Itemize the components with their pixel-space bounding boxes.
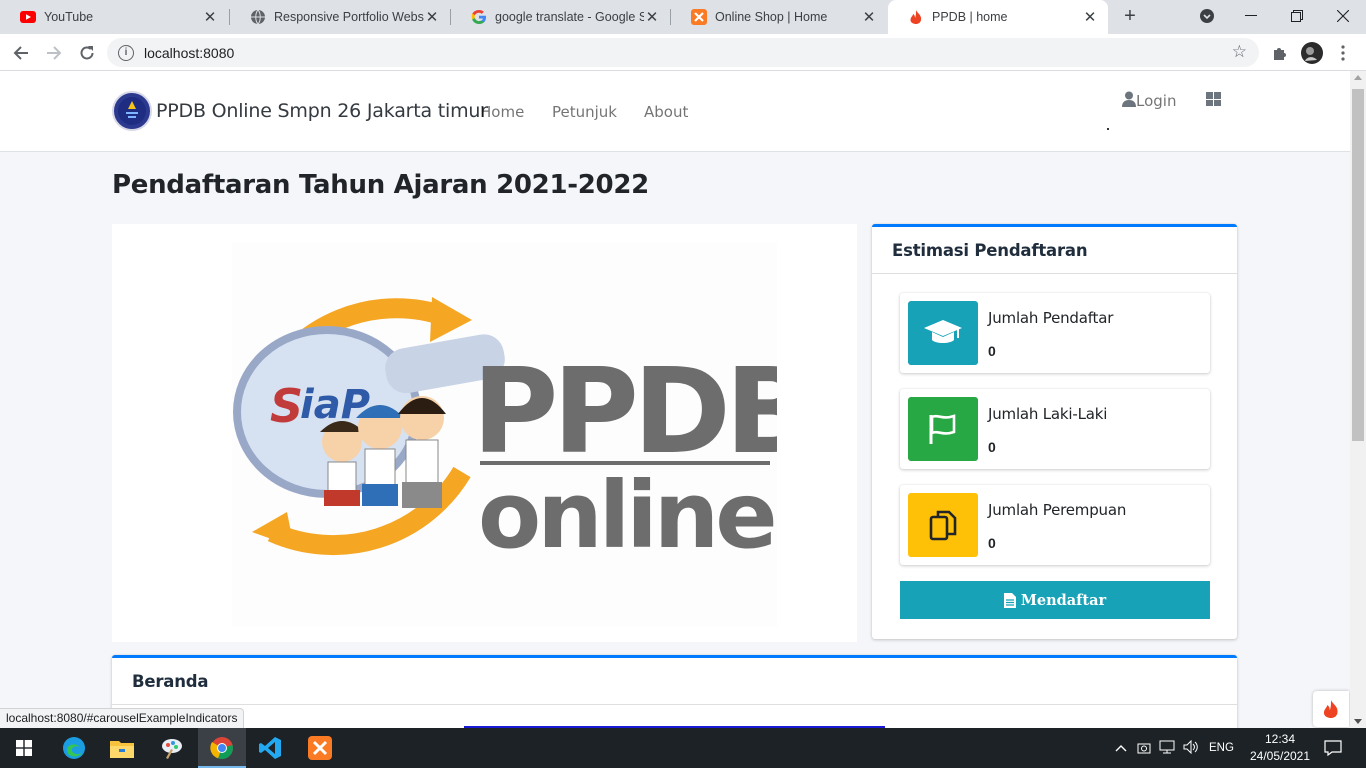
scrollbar-thumb[interactable] bbox=[1352, 89, 1364, 441]
browser-toolbar: i localhost:8080 ☆ bbox=[0, 34, 1366, 71]
google-icon bbox=[471, 9, 487, 25]
ppdb-online-logo-image: S iaP PPDB online bbox=[232, 242, 815, 627]
xampp-taskbar-icon[interactable] bbox=[296, 728, 344, 768]
page-title: Pendaftaran Tahun Ajaran 2021-2022 bbox=[112, 170, 649, 200]
info-box-label: Jumlah Laki-Laki bbox=[988, 405, 1108, 423]
apps-grid-icon[interactable] bbox=[1206, 92, 1221, 106]
tab-title: PPDB | home bbox=[932, 10, 1008, 24]
windows-taskbar: ENG 12:34 24/05/2021 bbox=[0, 728, 1366, 768]
address-bar[interactable]: i localhost:8080 ☆ bbox=[107, 38, 1259, 67]
nav-link-petunjuk[interactable]: Petunjuk bbox=[552, 103, 617, 121]
file-icon bbox=[1003, 592, 1016, 608]
beranda-card: Beranda bbox=[112, 655, 1237, 728]
tab-search-button[interactable] bbox=[1184, 0, 1230, 32]
carousel-banner[interactable]: S iaP PPDB online bbox=[112, 224, 857, 642]
nav-link-home[interactable]: Home bbox=[480, 103, 524, 121]
page-viewport: PPDB Online Smpn 26 Jakarta timur Home P… bbox=[0, 71, 1350, 728]
reload-icon[interactable] bbox=[74, 40, 100, 66]
minimize-button[interactable] bbox=[1228, 0, 1274, 32]
login-link[interactable]: Login bbox=[1122, 91, 1176, 111]
language-indicator[interactable]: ENG bbox=[1209, 742, 1234, 754]
mendaftar-button[interactable]: Mendaftar bbox=[900, 581, 1210, 619]
chrome-taskbar-icon[interactable] bbox=[198, 728, 246, 768]
chevron-up-icon[interactable] bbox=[1115, 741, 1127, 755]
tab-portfolio[interactable]: Responsive Portfolio Website ✕ bbox=[230, 0, 450, 34]
close-tab-icon[interactable]: ✕ bbox=[202, 8, 218, 26]
restore-button[interactable] bbox=[1274, 0, 1320, 32]
scroll-down-arrow-icon[interactable] bbox=[1354, 719, 1362, 724]
close-tab-icon[interactable]: ✕ bbox=[1082, 8, 1098, 26]
mendaftar-label: Mendaftar bbox=[1020, 591, 1107, 609]
paint-app-icon[interactable] bbox=[148, 728, 196, 768]
close-tab-icon[interactable]: ✕ bbox=[644, 8, 660, 26]
login-label: Login bbox=[1136, 92, 1177, 110]
info-box-value: 0 bbox=[988, 439, 996, 455]
windows-start-icon[interactable] bbox=[0, 728, 48, 768]
tab-title: Responsive Portfolio Website bbox=[274, 10, 424, 24]
info-box-value: 0 bbox=[988, 343, 996, 359]
flag-icon bbox=[908, 397, 978, 461]
copy-icon bbox=[908, 493, 978, 557]
page-scrollbar[interactable] bbox=[1350, 71, 1366, 728]
youtube-icon bbox=[20, 9, 36, 25]
extensions-puzzle-icon[interactable] bbox=[1267, 40, 1293, 66]
brand-title: PPDB Online Smpn 26 Jakarta timur bbox=[156, 100, 488, 122]
new-tab-button[interactable]: + bbox=[1118, 4, 1142, 28]
tab-title: YouTube bbox=[44, 10, 94, 24]
codeigniter-icon bbox=[908, 9, 924, 25]
address-url: localhost:8080 bbox=[144, 44, 235, 61]
tab-google-translate[interactable]: google translate - Google Se ✕ bbox=[451, 0, 670, 34]
info-box-pendaftar: Jumlah Pendaftar 0 bbox=[900, 293, 1210, 373]
site-navbar: PPDB Online Smpn 26 Jakarta timur Home P… bbox=[0, 71, 1350, 152]
file-explorer-icon[interactable] bbox=[98, 728, 146, 768]
status-bar-url: localhost:8080/#carouselExampleIndicator… bbox=[0, 708, 245, 728]
nav-link-about[interactable]: About bbox=[644, 103, 688, 121]
tut-wuri-logo-icon bbox=[112, 91, 152, 131]
globe-icon bbox=[250, 9, 266, 25]
info-box-label: Jumlah Perempuan bbox=[988, 501, 1127, 519]
user-icon bbox=[1122, 91, 1136, 111]
info-box-label: Jumlah Pendaftar bbox=[988, 309, 1114, 327]
tab-title: Online Shop | Home bbox=[715, 10, 828, 24]
tab-online-shop[interactable]: Online Shop | Home ✕ bbox=[671, 0, 887, 34]
browser-tab-strip: YouTube ✕ Responsive Portfolio Website ✕… bbox=[0, 0, 1366, 34]
svg-text:PPDB: PPDB bbox=[472, 342, 777, 480]
clock-time: 12:34 bbox=[1264, 732, 1296, 746]
info-box-value: 0 bbox=[988, 535, 996, 551]
scroll-up-arrow-icon[interactable] bbox=[1354, 75, 1362, 80]
info-box-laki-laki: Jumlah Laki-Laki 0 bbox=[900, 389, 1210, 469]
volume-icon[interactable] bbox=[1183, 739, 1199, 757]
forward-arrow-icon[interactable] bbox=[41, 40, 67, 66]
close-tab-icon[interactable]: ✕ bbox=[861, 8, 877, 26]
svg-text:S: S bbox=[270, 379, 303, 433]
tab-youtube[interactable]: YouTube ✕ bbox=[0, 0, 228, 34]
back-arrow-icon[interactable] bbox=[8, 40, 34, 66]
network-icon[interactable] bbox=[1159, 740, 1175, 757]
stray-dot bbox=[1107, 128, 1109, 130]
system-tray: ENG bbox=[1115, 728, 1234, 768]
edge-icon[interactable] bbox=[50, 728, 98, 768]
bookmark-star-icon[interactable]: ☆ bbox=[1232, 42, 1247, 62]
info-box-perempuan: Jumlah Perempuan 0 bbox=[900, 485, 1210, 565]
camera-icon[interactable] bbox=[1137, 740, 1151, 757]
codeigniter-debug-button[interactable] bbox=[1313, 691, 1349, 727]
svg-text:online: online bbox=[478, 462, 774, 569]
close-window-button[interactable] bbox=[1320, 0, 1366, 32]
vscode-icon[interactable] bbox=[246, 728, 294, 768]
site-info-icon[interactable]: i bbox=[118, 44, 134, 61]
close-tab-icon[interactable]: ✕ bbox=[424, 8, 440, 26]
brand-link[interactable]: PPDB Online Smpn 26 Jakarta timur bbox=[112, 91, 488, 131]
notification-icon[interactable] bbox=[1310, 728, 1356, 768]
chrome-menu-icon[interactable] bbox=[1330, 40, 1356, 66]
graduation-cap-icon bbox=[908, 301, 978, 365]
profile-avatar[interactable] bbox=[1299, 40, 1325, 66]
xampp-icon bbox=[691, 9, 707, 25]
tab-ppdb-home[interactable]: PPDB | home ✕ bbox=[888, 0, 1108, 34]
taskbar-clock[interactable]: 12:34 24/05/2021 bbox=[1248, 731, 1312, 765]
estimasi-title: Estimasi Pendaftaran bbox=[872, 227, 1237, 274]
estimasi-card: Estimasi Pendaftaran Jumlah Pendaftar 0 … bbox=[872, 224, 1237, 639]
beranda-title: Beranda bbox=[112, 658, 1237, 705]
clock-date: 24/05/2021 bbox=[1249, 749, 1311, 763]
tab-title: google translate - Google Se bbox=[495, 10, 644, 24]
